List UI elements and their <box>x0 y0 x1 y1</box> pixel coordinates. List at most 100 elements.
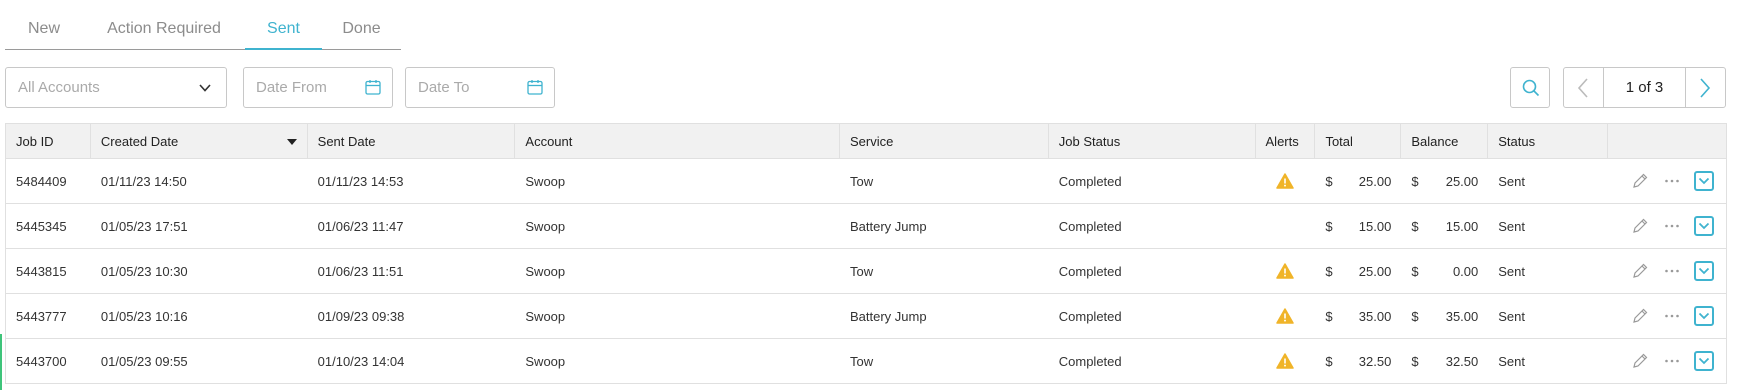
currency-symbol: $ <box>1411 353 1419 369</box>
currency-symbol: $ <box>1411 263 1419 279</box>
chevron-down-icon[interactable] <box>1694 261 1714 281</box>
table-row[interactable]: 5443777 01/05/23 10:16 01/09/23 09:38 Sw… <box>6 294 1726 339</box>
pagination: 1 of 3 <box>1563 67 1726 108</box>
service-cell: Battery Jump <box>850 218 927 234</box>
currency-symbol: $ <box>1325 353 1333 369</box>
date-from-input[interactable]: Date From <box>243 67 393 108</box>
job-id-cell: 5484409 <box>16 173 67 189</box>
next-page-button[interactable] <box>1685 68 1725 107</box>
column-header-created-date[interactable]: Created Date <box>91 124 308 158</box>
chevron-left-icon <box>1577 78 1588 98</box>
tab-sent[interactable]: Sent <box>245 0 322 50</box>
status-cell: Sent <box>1498 218 1526 234</box>
column-header-job-status[interactable]: Job Status <box>1049 124 1256 158</box>
total-amount: 25.00 <box>1358 173 1392 189</box>
alerts-cell <box>1256 339 1316 383</box>
currency-symbol: $ <box>1325 173 1333 189</box>
tab-action-required[interactable]: Action Required <box>83 0 245 50</box>
calendar-icon[interactable] <box>526 78 544 96</box>
sent-date-cell: 01/11/23 14:53 <box>317 173 404 189</box>
prev-page-button[interactable] <box>1564 68 1604 107</box>
table-row[interactable]: 5484409 01/11/23 14:50 01/11/23 14:53 Sw… <box>6 159 1726 204</box>
pencil-icon[interactable] <box>1630 306 1650 326</box>
sent-date-cell: 01/09/23 09:38 <box>317 308 405 324</box>
account-cell: Swoop <box>525 173 566 189</box>
column-header-account[interactable]: Account <box>515 124 841 158</box>
tab-new[interactable]: New <box>5 0 83 50</box>
more-horizontal-icon[interactable] <box>1662 171 1682 191</box>
page-indicator: 1 of 3 <box>1625 79 1664 96</box>
account-cell: Swoop <box>525 308 566 324</box>
total-amount: 32.50 <box>1358 353 1392 369</box>
more-horizontal-icon[interactable] <box>1662 306 1682 326</box>
search-icon <box>1522 79 1540 97</box>
column-header-service[interactable]: Service <box>840 124 1049 158</box>
balance-amount: 35.00 <box>1445 308 1479 324</box>
tab-done[interactable]: Done <box>322 0 401 50</box>
pencil-icon[interactable] <box>1630 261 1650 281</box>
service-cell: Tow <box>850 353 874 369</box>
actions-cell <box>1608 159 1726 203</box>
warning-triangle-icon <box>1276 353 1295 369</box>
total-cell: $25.00 <box>1315 249 1401 293</box>
total-amount: 25.00 <box>1358 263 1392 279</box>
chevron-down-icon[interactable] <box>1694 351 1714 371</box>
balance-cell: $35.00 <box>1401 294 1488 338</box>
total-cell: $15.00 <box>1315 204 1401 248</box>
column-header-alerts[interactable]: Alerts <box>1256 124 1316 158</box>
currency-symbol: $ <box>1411 308 1419 324</box>
search-button[interactable] <box>1510 67 1550 108</box>
table-row[interactable]: 5445345 01/05/23 17:51 01/06/23 11:47 Sw… <box>6 204 1726 249</box>
currency-symbol: $ <box>1325 263 1333 279</box>
status-cell: Sent <box>1498 263 1526 279</box>
total-cell: $25.00 <box>1315 159 1401 203</box>
chevron-down-icon[interactable] <box>1694 216 1714 236</box>
job-id-cell: 5443700 <box>16 353 67 369</box>
status-cell: Sent <box>1498 353 1526 369</box>
chevron-down-icon[interactable] <box>1694 306 1714 326</box>
created-date-cell: 01/05/23 17:51 <box>100 218 188 234</box>
job-id-cell: 5445345 <box>16 218 67 234</box>
balance-amount: 15.00 <box>1445 218 1479 234</box>
table-row[interactable]: 5443700 01/05/23 09:55 01/10/23 14:04 Sw… <box>6 339 1726 384</box>
calendar-icon[interactable] <box>364 78 382 96</box>
balance-amount: 0.00 <box>1452 263 1479 279</box>
table-row[interactable]: 5443815 01/05/23 10:30 01/06/23 11:51 Sw… <box>6 249 1726 294</box>
date-to-placeholder: Date To <box>418 79 470 96</box>
created-date-cell: 01/05/23 10:30 <box>100 263 188 279</box>
pencil-icon[interactable] <box>1630 216 1650 236</box>
sent-date-cell: 01/06/23 11:51 <box>317 263 404 279</box>
more-horizontal-icon[interactable] <box>1662 261 1682 281</box>
column-header-sent-date[interactable]: Sent Date <box>308 124 516 158</box>
column-header-job-id[interactable]: Job ID <box>6 124 91 158</box>
sent-date-cell: 01/10/23 14:04 <box>317 353 405 369</box>
accounts-select[interactable]: All Accounts <box>5 67 227 108</box>
created-date-cell: 01/11/23 14:50 <box>100 173 187 189</box>
more-horizontal-icon[interactable] <box>1662 351 1682 371</box>
account-cell: Swoop <box>525 353 566 369</box>
column-header-actions <box>1608 124 1726 158</box>
column-header-balance[interactable]: Balance <box>1401 124 1489 158</box>
status-cell: Sent <box>1498 173 1526 189</box>
pencil-icon[interactable] <box>1630 171 1650 191</box>
column-header-total[interactable]: Total <box>1315 124 1402 158</box>
account-cell: Swoop <box>525 263 566 279</box>
balance-cell: $32.50 <box>1401 339 1488 383</box>
job-status-cell: Completed <box>1058 218 1122 234</box>
balance-cell: $25.00 <box>1401 159 1488 203</box>
actions-cell <box>1608 204 1726 248</box>
balance-amount: 25.00 <box>1445 173 1479 189</box>
service-cell: Battery Jump <box>850 308 927 324</box>
more-horizontal-icon[interactable] <box>1662 216 1682 236</box>
date-to-input[interactable]: Date To <box>405 67 555 108</box>
actions-cell <box>1608 249 1726 293</box>
status-cell: Sent <box>1498 308 1526 324</box>
currency-symbol: $ <box>1411 218 1419 234</box>
actions-cell <box>1608 294 1726 338</box>
sort-desc-icon <box>286 139 297 145</box>
pencil-icon[interactable] <box>1630 351 1650 371</box>
column-header-status[interactable]: Status <box>1488 124 1609 158</box>
created-date-cell: 01/05/23 09:55 <box>100 353 188 369</box>
chevron-down-icon[interactable] <box>1694 171 1714 191</box>
total-amount: 15.00 <box>1358 218 1392 234</box>
